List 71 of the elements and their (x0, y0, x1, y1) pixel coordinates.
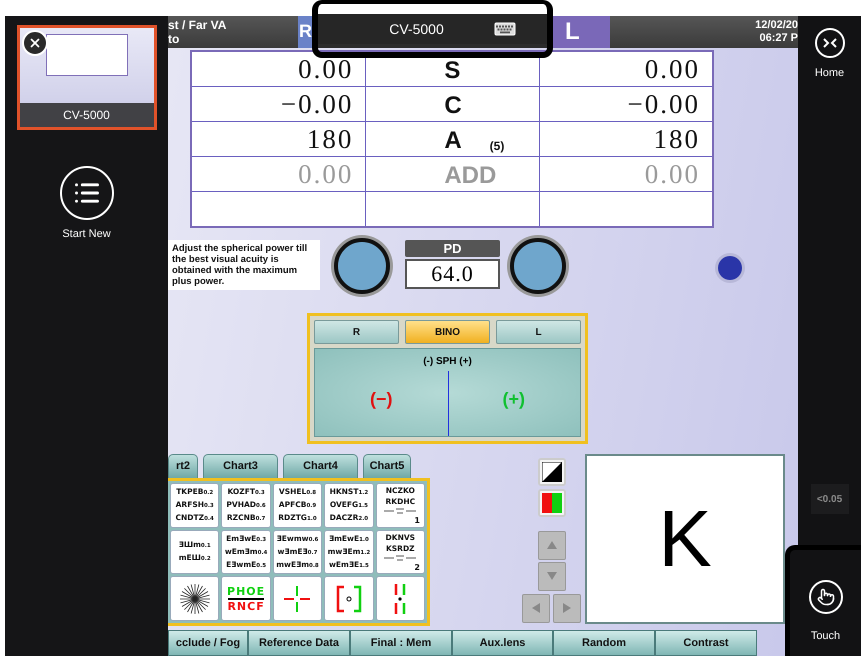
function-button[interactable]: Contrast (655, 630, 757, 656)
lens-circle (510, 238, 566, 294)
close-icon (28, 36, 42, 50)
up-arrow-button[interactable] (538, 530, 566, 560)
screen-thumbnail[interactable]: CV-5000 (16, 25, 156, 130)
table-cell: 0.00 (298, 56, 354, 83)
divider-line (228, 598, 264, 600)
date-text: 12/02/20 (755, 19, 798, 32)
remote-title: CV-5000 (389, 21, 444, 37)
chart-cell[interactable] (376, 576, 425, 622)
right-eye-tab[interactable]: R (298, 16, 312, 48)
pointer-icon (808, 580, 842, 614)
up-triangle-icon (546, 541, 556, 550)
chart-cell[interactable] (272, 576, 322, 622)
table-cell: −0.00 (628, 90, 700, 118)
down-triangle-icon (546, 572, 556, 580)
table-cell: 180 (306, 126, 354, 153)
home-button[interactable]: Home (814, 28, 844, 79)
acuity-value: <0.05 (810, 484, 848, 514)
instruction-text: Adjust the spherical power till the best visual acuity is obtained with the maximum plus power. (168, 240, 320, 290)
start-new-button[interactable]: Start New (60, 166, 114, 240)
axis-note: (5) (490, 138, 504, 153)
collapse-icon (814, 28, 844, 58)
table-cell: 0.00 (298, 160, 354, 188)
close-button[interactable] (22, 30, 48, 56)
row-label: C (444, 94, 462, 118)
chart-tab[interactable]: Chart4 (283, 454, 358, 478)
cross-icon (282, 584, 312, 614)
eye-tab[interactable]: L (496, 320, 581, 344)
chart-display: K (585, 454, 785, 624)
down-arrow-button[interactable] (538, 562, 566, 591)
astigmatism-dial-icon (178, 582, 212, 616)
chart-cell[interactable] (170, 576, 220, 622)
contrast-button[interactable] (538, 458, 566, 486)
test-title: to (168, 32, 180, 46)
left-triangle-icon (532, 603, 540, 614)
eye-tab[interactable]: BINO (405, 320, 490, 344)
left-eye-tab[interactable]: L (553, 16, 610, 48)
line-marks-icon (382, 506, 418, 515)
sph-title: (-) SPH (+) (422, 356, 473, 368)
table-cell: 0.00 (644, 56, 700, 83)
function-button[interactable]: Random (553, 630, 655, 656)
function-button[interactable]: cclude / Fog (168, 630, 248, 656)
row-label: S (444, 58, 460, 83)
touch-button[interactable]: Touch (785, 545, 861, 656)
eye-tab[interactable]: R (314, 320, 399, 344)
chart-cell[interactable] (324, 576, 374, 622)
row-label: ADD (444, 164, 496, 188)
thumbnail-label: CV-5000 (20, 103, 154, 127)
row-label: A (444, 128, 462, 153)
lens-circle (334, 238, 390, 294)
chart-tab[interactable]: Chart5 (363, 454, 411, 478)
time-text: 06:27 P (759, 32, 798, 45)
table-cell: 0.00 (644, 160, 700, 188)
test-title: st / Far VA (168, 18, 228, 32)
chart-tab[interactable]: Chart3 (203, 454, 278, 478)
table-cell: 180 (653, 126, 700, 153)
color-test-button[interactable] (538, 488, 566, 517)
pd-value[interactable]: 64.0 (405, 258, 500, 289)
indicator-dot (718, 256, 742, 280)
keyboard-icon[interactable] (494, 22, 516, 36)
table-cell: −0.00 (280, 90, 354, 118)
chart-cell[interactable]: PHOE RNCF (221, 576, 271, 622)
list-icon (60, 166, 114, 220)
function-button[interactable]: Reference Data (248, 630, 350, 656)
function-button[interactable]: Aux.lens (452, 630, 553, 656)
right-triangle-icon (563, 603, 571, 614)
function-button[interactable]: Final : Mem (350, 630, 452, 656)
chart-tab[interactable]: rt2 (168, 454, 198, 478)
pd-label: PD (405, 240, 500, 257)
line-marks-icon (382, 554, 418, 562)
